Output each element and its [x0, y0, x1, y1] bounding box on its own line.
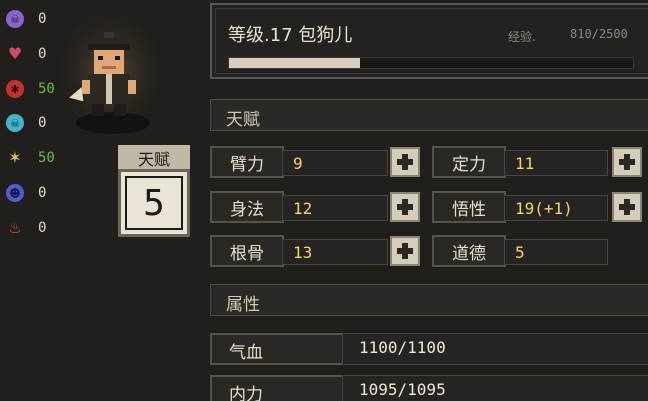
properties-section-header: 属性 [210, 284, 648, 316]
resistance-value: 50 [38, 150, 55, 166]
property-label-hp: 气血 [210, 333, 344, 365]
flame-icon: ♨ [8, 218, 22, 237]
attribute-value: 12 [282, 195, 388, 221]
attribute-label: 身法 [210, 191, 284, 223]
cyan-skull-icon: ☠ [6, 114, 24, 132]
attribute-label: 臂力 [210, 146, 284, 178]
attribute-value: 5 [504, 239, 608, 265]
talent-points-label: 天赋 [118, 145, 190, 171]
property-value-mp: 1095/1095 [342, 375, 648, 401]
talent-section-header: 天赋 [210, 99, 648, 131]
exp-label: 经验. [508, 30, 536, 44]
resistance-row: ✶ 50 [6, 147, 55, 169]
talent-points-box: 5 [118, 169, 190, 237]
plus-icon [397, 199, 413, 215]
exp-progress-fill [229, 58, 360, 68]
character-portrait [66, 32, 136, 116]
add-focus-button[interactable] [612, 147, 642, 177]
plus-icon [619, 199, 635, 215]
attribute-label: 根骨 [210, 235, 284, 267]
broken-heart-icon: ♥ [7, 44, 23, 63]
resistance-value: 0 [38, 11, 47, 27]
resistance-row: ✱ 50 [6, 78, 55, 100]
add-constitution-button[interactable] [390, 236, 420, 266]
talent-points-card: 天赋 5 [118, 145, 190, 237]
property-label-mp: 内力 [210, 375, 344, 401]
resistance-value: 0 [38, 220, 47, 236]
talent-section-title: 天赋 [226, 110, 260, 130]
attribute-label: 定力 [432, 146, 506, 178]
property-value-text: 1095/1095 [359, 380, 446, 399]
resistance-value: 0 [38, 185, 47, 201]
resistance-value: 50 [38, 81, 55, 97]
property-label-text: 气血 [229, 343, 263, 363]
attribute-value: 11 [504, 150, 608, 176]
property-value-text: 1100/1100 [359, 338, 446, 357]
purple-skull-icon: ☠ [6, 10, 24, 28]
property-value-hp: 1100/1100 [342, 333, 648, 365]
attribute-label: 悟性 [432, 191, 506, 223]
resistance-row: ☠ 0 [6, 8, 46, 30]
resistance-row: ♥ 0 [6, 43, 47, 65]
properties-section-title: 属性 [226, 295, 260, 315]
plus-icon [619, 154, 635, 170]
talent-points-value: 5 [125, 176, 183, 230]
resistance-value: 0 [38, 115, 47, 131]
character-header: 等级.17 包狗儿 经验. 810/2500 [210, 3, 648, 79]
blue-demon-icon: ☻ [6, 184, 24, 202]
resistance-row: ☻ 0 [6, 182, 46, 204]
resistance-row: ♨ 0 [6, 217, 46, 239]
plus-icon [397, 243, 413, 259]
resistance-row: ☠ 0 [6, 112, 46, 134]
add-insight-button[interactable] [612, 192, 642, 222]
attribute-value: 9 [282, 150, 388, 176]
add-strength-button[interactable] [390, 147, 420, 177]
exp-value: 810/2500 [570, 27, 628, 41]
property-label-text: 内力 [229, 385, 263, 401]
add-agility-button[interactable] [390, 192, 420, 222]
spark-star-icon: ✶ [8, 148, 22, 167]
resistance-value: 0 [38, 46, 47, 62]
attribute-value: 19(+1) [504, 195, 608, 221]
attribute-value: 13 [282, 239, 388, 265]
red-spider-icon: ✱ [6, 80, 24, 98]
character-name-level: 等级.17 包狗儿 [228, 25, 353, 46]
attribute-label: 道德 [432, 235, 506, 267]
exp-progress-bar [228, 57, 634, 69]
plus-icon [397, 154, 413, 170]
